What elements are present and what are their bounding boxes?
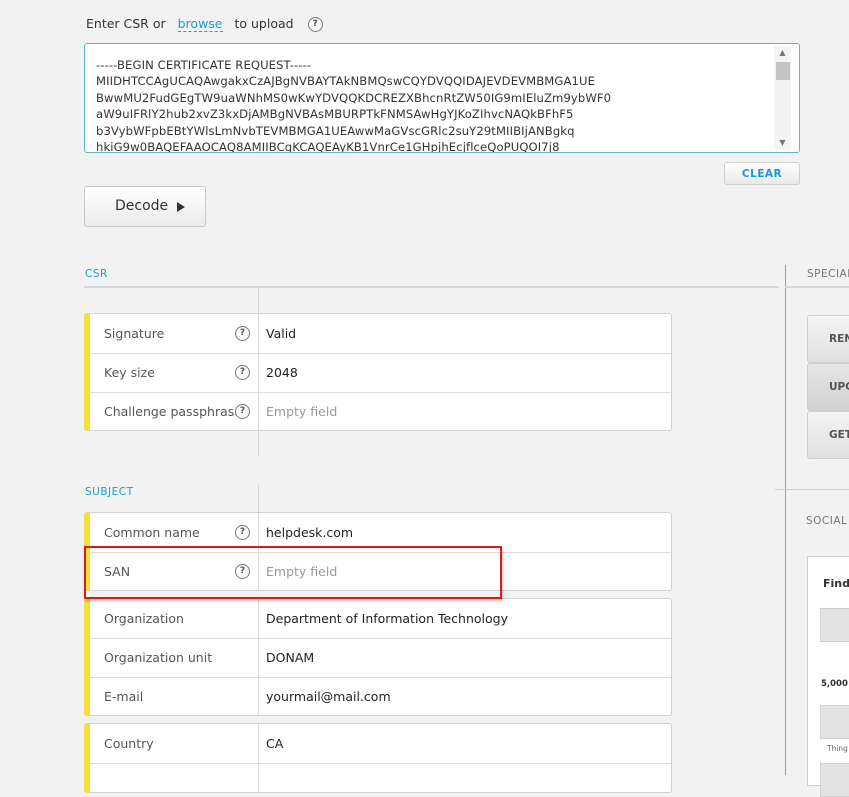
social-count: 5,000 [821,679,848,689]
avatar[interactable] [820,608,849,642]
help-icon[interactable]: ? [307,17,323,32]
csr-section-divider [84,286,779,288]
field-value: DONAM [266,650,315,665]
field-value: CA [266,736,284,751]
field-row-signature: Signature ? Valid [90,314,671,354]
textarea-scrollbar[interactable]: ▲ ▼ [774,46,791,150]
field-label: Organization unit [104,650,213,665]
right-column-divider [785,265,786,775]
help-icon[interactable]: ? [235,326,250,341]
field-label: Organization [104,611,184,626]
help-icon[interactable]: ? [235,365,250,380]
csr-section-title: CSR [85,268,108,280]
upload-instructions: Enter CSR or browse to upload ? [86,16,323,32]
social-section-title: SOCIAL [806,515,848,527]
csr-info-panel: Signature ? Valid Key size ? 2048 Challe… [84,313,672,431]
social-divider [775,489,849,490]
renew-button[interactable]: REN [807,315,849,363]
san-highlight-box [84,546,502,599]
field-value: Empty field [266,404,338,419]
browse-link[interactable]: browse [177,16,223,32]
get-button[interactable]: GET [807,411,849,459]
subject-section-title: SUBJECT [85,486,134,498]
scroll-thumb[interactable] [776,62,790,80]
subject-geo-panel: Country CA [84,723,672,793]
field-row-key-size: Key size ? 2048 [90,353,671,393]
field-value: Valid [266,326,297,341]
field-row-country: Country CA [90,724,671,764]
social-find-label: Find [823,577,849,590]
scroll-down-arrow-icon[interactable]: ▼ [774,136,791,150]
upload-suffix: to upload [234,16,294,31]
field-value: helpdesk.com [266,525,354,540]
avatar[interactable] [820,705,849,739]
social-widget[interactable]: Find 5,000 Thing [807,556,849,797]
help-icon[interactable]: ? [235,525,250,540]
scroll-up-arrow-icon[interactable]: ▲ [774,46,791,60]
clear-button[interactable]: CLEAR [724,162,800,185]
column-divider [258,288,259,313]
subject-org-panel: Organization Department of Information T… [84,598,672,716]
field-label: E-mail [104,689,144,704]
play-arrow-icon [177,202,185,212]
social-thing-label: Thing [827,744,848,753]
field-row-empty [90,763,671,792]
field-label: Common name [104,525,200,540]
decode-label: Decode [115,198,169,214]
field-label: Key size [104,365,155,380]
field-label: Challenge passphrase [104,404,242,419]
field-row-challenge-passphrase: Challenge passphrase ? Empty field [90,392,671,430]
column-divider [258,430,259,457]
field-label: Country [104,736,154,751]
special-section-divider [785,286,849,288]
help-icon[interactable]: ? [235,404,250,419]
field-value: yourmail@mail.com [266,689,391,704]
csr-text[interactable]: -----BEGIN CERTIFICATE REQUEST----- MIID… [96,57,769,152]
field-value: 2048 [266,365,298,380]
field-row-organization-unit: Organization unit DONAM [90,638,671,678]
field-row-email: E-mail yourmail@mail.com [90,677,671,715]
field-value: Department of Information Technology [266,611,508,626]
avatar[interactable] [820,763,849,797]
upload-prefix: Enter CSR or [86,16,166,31]
field-label: Signature [104,326,165,341]
decode-button[interactable]: Decode [84,186,206,227]
column-divider [258,484,259,512]
special-section-title: SPECIAL [807,268,849,280]
csr-textarea[interactable]: -----BEGIN CERTIFICATE REQUEST----- MIID… [84,43,800,153]
field-row-organization: Organization Department of Information T… [90,599,671,639]
upgrade-button[interactable]: UPG [807,363,849,411]
